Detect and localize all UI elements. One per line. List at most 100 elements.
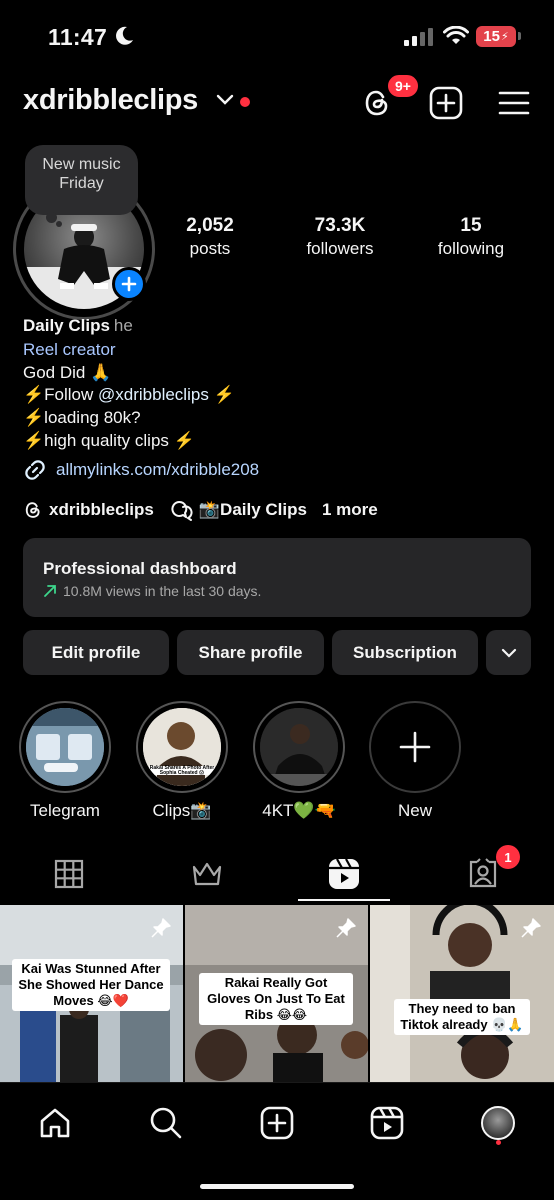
bio-line-3: ⚡️loading 80k?	[23, 408, 141, 427]
more-links-button[interactable]: 1 more	[322, 500, 378, 520]
highlight-cover	[260, 708, 338, 786]
home-indicator[interactable]	[200, 1184, 354, 1189]
reel-caption: They need to ban Tiktok already 💀🙏	[394, 999, 530, 1035]
note-tail	[46, 212, 57, 223]
pin-icon	[336, 918, 356, 938]
threads-handle: xdribbleclips	[49, 500, 154, 519]
linked-profiles-row: xdribbleclips 📸Daily Clips 1 more	[23, 499, 393, 521]
followers-stat[interactable]: 73.3K followers	[275, 215, 405, 260]
highlight-telegram[interactable]: Telegram	[19, 701, 111, 821]
threads-icon	[25, 502, 40, 518]
channel-name: 📸Daily Clips	[198, 500, 307, 519]
highlight-ring: Rakai Shares A Photo After Sophia Cheate…	[136, 701, 228, 793]
plus-icon	[121, 276, 137, 292]
highlight-label: Clips📸	[152, 801, 212, 820]
following-label: following	[437, 239, 505, 258]
add-story-button[interactable]	[112, 267, 146, 301]
battery-indicator: 15 ⚡	[476, 26, 516, 47]
threads-profile-link[interactable]: xdribbleclips	[23, 500, 154, 520]
bio-link-text[interactable]: allmylinks.com/xdribble208	[56, 460, 259, 480]
more-links-label: 1 more	[321, 500, 378, 519]
bio-line-4: ⚡️high quality clips ⚡️	[23, 431, 195, 450]
professional-dashboard[interactable]: Professional dashboard 10.8M views in th…	[23, 538, 531, 617]
bio-line-1: God Did 🙏	[23, 363, 112, 382]
search-icon	[150, 1107, 182, 1139]
nav-profile[interactable]	[478, 1103, 518, 1143]
broadcast-channel-icon	[171, 501, 193, 521]
dashboard-subtitle: 10.8M views in the last 30 days.	[63, 583, 262, 599]
highlight-ring	[19, 701, 111, 793]
tab-subscriber-content[interactable]	[138, 853, 276, 895]
profile-note[interactable]: New music Friday	[25, 145, 138, 215]
following-count: 15	[460, 215, 482, 236]
highlight-new[interactable]: New	[369, 701, 461, 821]
posts-stat[interactable]: 2,052 posts	[145, 215, 275, 260]
chevron-down-icon	[501, 648, 516, 658]
bottom-navigation	[0, 1082, 554, 1200]
followers-label: followers	[306, 239, 374, 258]
profile-activity-dot	[496, 1140, 501, 1145]
charging-bolt-icon: ⚡	[500, 31, 509, 43]
nav-reels[interactable]	[367, 1103, 407, 1143]
bio-link[interactable]: allmylinks.com/xdribble208	[23, 458, 259, 482]
tagged-notification-badge: 1	[496, 845, 520, 869]
new-highlight-ring	[369, 701, 461, 793]
following-stat[interactable]: 15 following	[406, 215, 536, 260]
plus-square-icon	[260, 1106, 294, 1140]
nav-search[interactable]	[146, 1103, 186, 1143]
home-icon	[40, 1108, 70, 1138]
profile-name-row: Daily Clips he	[23, 315, 133, 337]
status-time: 11:47	[48, 24, 108, 50]
edit-profile-button[interactable]: Edit profile	[23, 630, 169, 675]
pin-icon	[521, 918, 541, 938]
active-tab-indicator	[298, 899, 390, 901]
highlight-label: 4KT💚🔫	[262, 801, 336, 820]
crown-icon	[192, 862, 222, 886]
reel-thumbnail[interactable]: Kai Was Stunned After She Showed Her Dan…	[0, 905, 183, 1082]
highlight-cover	[26, 708, 104, 786]
dashboard-subtitle-row: 10.8M views in the last 30 days.	[43, 583, 531, 599]
status-bar: 11:47 15 ⚡	[0, 0, 554, 70]
subscription-button[interactable]: Subscription	[332, 630, 478, 675]
dashboard-title: Professional dashboard	[43, 559, 237, 578]
moon-icon	[116, 26, 133, 45]
nav-home[interactable]	[35, 1103, 75, 1143]
chevron-down-icon[interactable]	[216, 94, 234, 106]
share-profile-button[interactable]: Share profile	[177, 630, 324, 675]
broadcast-channel-link[interactable]: 📸Daily Clips	[169, 499, 307, 521]
reel-thumbnail[interactable]: Rakai Really Got Gloves On Just To Eat R…	[185, 905, 368, 1082]
tab-tagged[interactable]	[414, 853, 552, 895]
menu-button[interactable]	[497, 86, 531, 120]
profile-avatar-icon	[481, 1106, 515, 1140]
grid-icon	[54, 859, 84, 889]
bio-line-2-prefix: ⚡️Follow	[23, 385, 99, 404]
tab-reels[interactable]	[275, 853, 413, 895]
wifi-icon	[443, 26, 469, 44]
bio-mention-link[interactable]: @xdribbleclips	[98, 385, 209, 404]
highlight-4kt[interactable]: 4KT💚🔫	[253, 701, 345, 821]
nav-create[interactable]	[257, 1103, 297, 1143]
tagged-person-icon	[469, 858, 497, 888]
suggested-accounts-button[interactable]	[486, 630, 531, 675]
reel-caption: Kai Was Stunned After She Showed Her Dan…	[12, 959, 170, 1011]
signal-icon	[404, 28, 433, 46]
trend-up-arrow-icon	[44, 585, 56, 597]
plus-icon	[399, 731, 431, 763]
reel-thumbnail[interactable]: They need to ban Tiktok already 💀🙏	[370, 905, 554, 1082]
tab-posts-grid[interactable]	[0, 853, 138, 895]
threads-notification-badge: 9+	[386, 73, 420, 99]
posts-label: posts	[189, 239, 231, 258]
battery-level: 15	[483, 28, 500, 45]
note-tail-small	[56, 221, 62, 227]
profile-username[interactable]: xdribbleclips	[23, 84, 198, 117]
create-button[interactable]	[429, 86, 463, 120]
reels-icon	[329, 858, 359, 889]
highlight-cover: Rakai Shares A Photo After Sophia Cheate…	[143, 708, 221, 786]
hamburger-menu-icon	[498, 91, 530, 115]
bio-line-2-suffix: ⚡️	[208, 385, 235, 404]
highlight-clips[interactable]: Rakai Shares A Photo After Sophia Cheate…	[136, 701, 228, 821]
plus-square-icon	[429, 86, 463, 120]
bio-line-2: ⚡️Follow @xdribbleclips ⚡️	[23, 384, 235, 406]
posts-count: 2,052	[186, 215, 234, 236]
battery-tip	[518, 32, 521, 40]
